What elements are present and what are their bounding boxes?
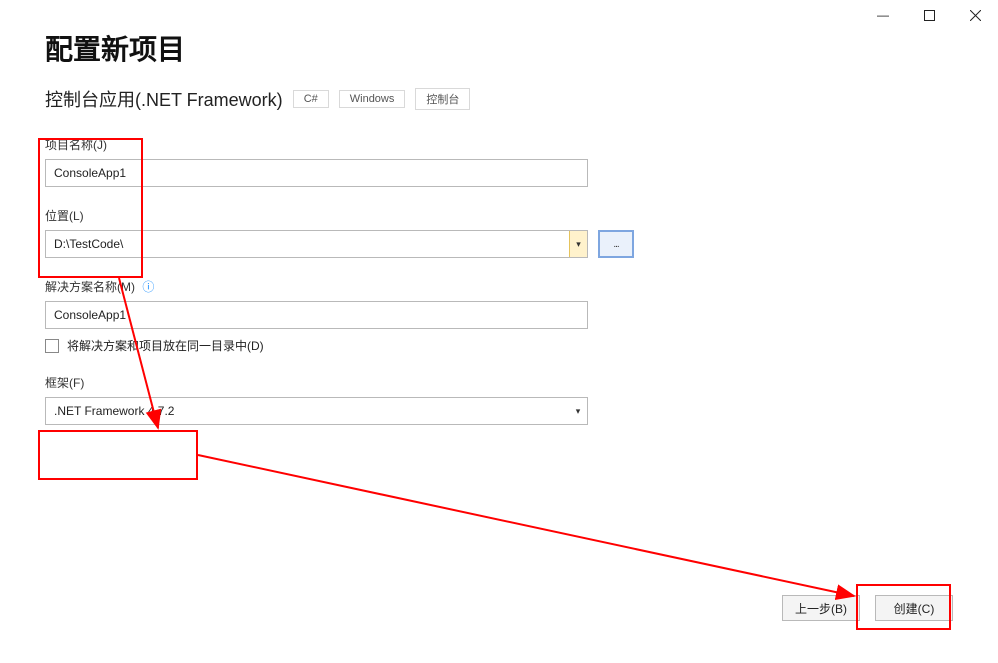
maximize-button[interactable] [906, 0, 952, 30]
tag-console: 控制台 [415, 88, 470, 110]
tag-windows: Windows [339, 90, 406, 108]
project-name-label: 项目名称(J) [45, 136, 953, 153]
framework-value: .NET Framework 4.7.2 [46, 404, 569, 418]
project-name-input[interactable] [45, 159, 588, 187]
location-value: D:\TestCode\ [46, 237, 569, 251]
framework-label: 框架(F) [45, 374, 953, 391]
tag-csharp: C# [293, 90, 329, 108]
template-name: 控制台应用(.NET Framework) [45, 86, 283, 112]
location-combo[interactable]: D:\TestCode\ ▾ [45, 230, 588, 258]
location-label: 位置(L) [45, 207, 953, 224]
window-titlebar: — [860, 0, 998, 30]
annotation-box-framework [38, 430, 198, 480]
create-button[interactable]: 创建(C) [875, 595, 953, 621]
same-directory-checkbox[interactable] [45, 339, 59, 353]
main-content: 配置新项目 控制台应用(.NET Framework) C# Windows 控… [45, 28, 953, 425]
back-button[interactable]: 上一步(B) [782, 595, 860, 621]
maximize-icon [924, 10, 935, 21]
minimize-button[interactable]: — [860, 0, 906, 30]
framework-combo[interactable]: .NET Framework 4.7.2 ▾ [45, 397, 588, 425]
info-icon[interactable]: ⓘ [142, 280, 154, 294]
page-title: 配置新项目 [45, 28, 953, 68]
dialog-buttons: 上一步(B) 创建(C) [782, 595, 953, 621]
close-button[interactable] [952, 0, 998, 30]
close-icon [970, 10, 981, 21]
browse-button[interactable]: ... [598, 230, 634, 258]
solution-name-input[interactable] [45, 301, 588, 329]
same-directory-label: 将解决方案和项目放在同一目录中(D) [67, 337, 264, 354]
subtitle-row: 控制台应用(.NET Framework) C# Windows 控制台 [45, 86, 953, 112]
solution-name-label: 解决方案名称(M) ⓘ [45, 278, 953, 295]
location-dropdown-icon[interactable]: ▾ [569, 231, 587, 257]
framework-dropdown-icon[interactable]: ▾ [569, 398, 587, 424]
